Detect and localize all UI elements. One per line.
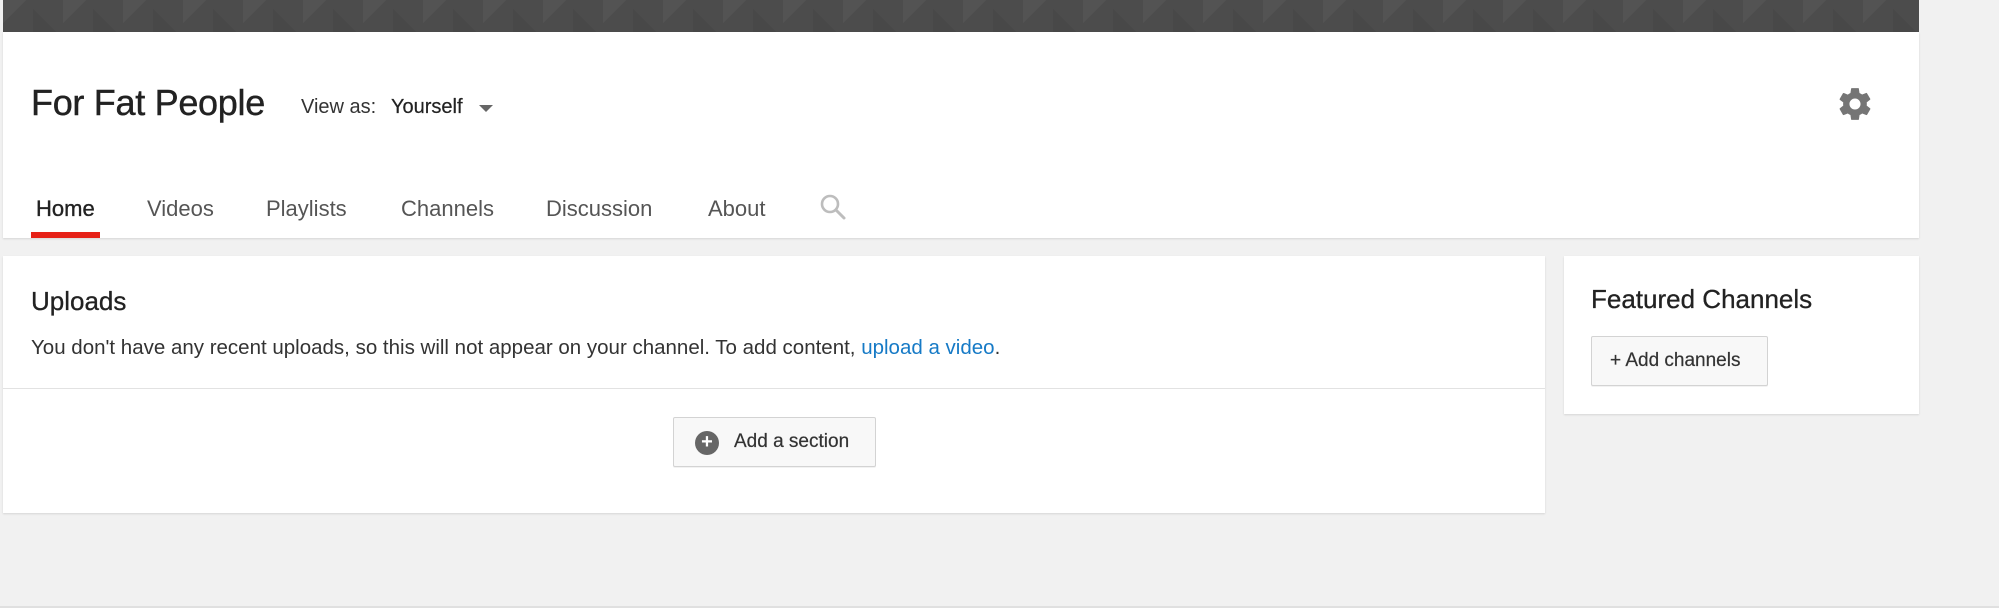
channel-title: For Fat People <box>31 82 266 123</box>
tab-videos[interactable]: Videos <box>147 180 214 238</box>
uploads-section: Uploads You don't have any recent upload… <box>3 256 1545 513</box>
search-icon[interactable] <box>818 192 848 222</box>
section-divider <box>3 388 1545 389</box>
uploads-description: You don't have any recent uploads, so th… <box>31 336 1000 360</box>
add-section-button[interactable]: + Add a section <box>673 417 876 467</box>
active-tab-indicator <box>31 232 100 238</box>
plus-circle-icon: + <box>695 431 719 455</box>
tab-label: Home <box>36 196 95 221</box>
gear-icon[interactable] <box>1836 85 1874 123</box>
tab-label: About <box>708 196 766 221</box>
uploads-description-text: You don't have any recent uploads, so th… <box>31 336 862 359</box>
upload-video-link[interactable]: upload a video <box>861 336 994 359</box>
featured-channels-title: Featured Channels <box>1591 284 1813 314</box>
tab-channels[interactable]: Channels <box>401 180 494 238</box>
tab-label: Playlists <box>266 196 347 221</box>
tab-home[interactable]: Home <box>31 180 100 238</box>
channel-tabs: Home Videos Playlists Channels Discussio… <box>3 180 1919 238</box>
add-channels-label: + Add channels <box>1610 350 1741 371</box>
uploads-title: Uploads <box>31 286 127 316</box>
view-as-value: Yourself <box>391 96 463 118</box>
tab-playlists[interactable]: Playlists <box>266 180 347 238</box>
tab-label: Videos <box>147 196 214 221</box>
tab-discussion[interactable]: Discussion <box>546 180 652 238</box>
tab-label: Discussion <box>546 196 653 221</box>
view-as-label: View as: <box>301 96 377 118</box>
add-section-label: Add a section <box>734 431 850 452</box>
tab-label: Channels <box>401 196 494 221</box>
add-channels-button[interactable]: + Add channels <box>1591 336 1768 386</box>
channel-header: For Fat People View as: Yourself Home Vi… <box>3 32 1919 238</box>
view-as-dropdown[interactable]: Yourself <box>391 96 493 119</box>
featured-channels-section: Featured Channels + Add channels <box>1564 256 1919 414</box>
caret-down-icon <box>479 105 493 112</box>
uploads-description-end: . <box>994 336 1001 359</box>
channel-banner <box>3 0 1919 32</box>
tab-about[interactable]: About <box>708 180 766 238</box>
